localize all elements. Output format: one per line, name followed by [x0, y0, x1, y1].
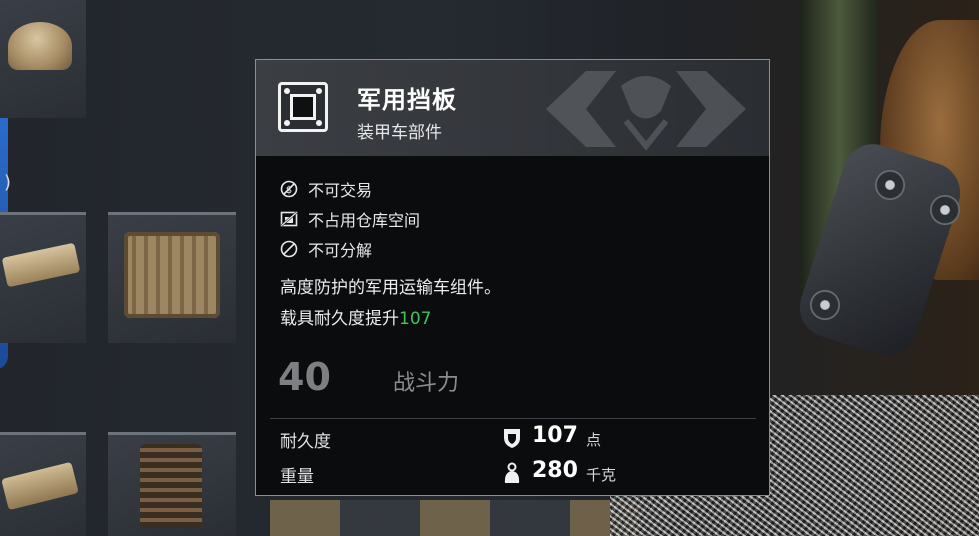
no-trade-icon: $: [280, 180, 298, 198]
trait-label: 不可分解: [308, 241, 373, 260]
trait-label: 不可交易: [308, 181, 373, 200]
stat-label: 重量: [280, 467, 314, 487]
effect-prefix: 载具耐久度提升: [280, 309, 399, 329]
stat-durability: 耐久度 107 点: [280, 423, 750, 453]
item-category: 装甲车部件: [357, 123, 442, 143]
combat-power: 40 战斗力: [278, 355, 748, 403]
trait-no-storage: 不占用仓库空间: [280, 204, 420, 234]
weight-icon: [504, 462, 520, 483]
divider: [270, 418, 756, 419]
no-storage-icon: [280, 211, 298, 227]
stat-weight: 重量 280 千克: [280, 458, 750, 488]
effect-value: 107: [399, 309, 432, 329]
description-text: 高度防护的军用运输车组件。: [280, 278, 501, 298]
stat-unit: 点: [586, 431, 602, 449]
stat-value: 280: [532, 458, 578, 483]
item-name: 军用挡板: [357, 86, 457, 114]
faction-emblem-icon: [546, 71, 746, 151]
no-dismantle-icon: [280, 240, 298, 258]
joint-image: [875, 170, 905, 200]
grille-part-image: [140, 444, 202, 528]
crate-part-image: [124, 232, 220, 318]
trait-list: $ 不可交易 不占用仓库空间 不可分解: [280, 174, 420, 264]
shield-icon: [504, 429, 520, 448]
power-label: 战斗力: [393, 371, 460, 396]
armor-plate-icon: [278, 82, 328, 132]
joint-image: [810, 290, 840, 320]
stat-value: 107: [532, 423, 578, 448]
item-description: 高度防护的军用运输车组件。 载具耐久度提升107: [280, 273, 501, 335]
trait-no-dismantle: 不可分解: [280, 234, 420, 264]
power-value: 40: [278, 355, 331, 399]
dome-part-image: [8, 22, 72, 70]
trait-no-trade: $ 不可交易: [280, 174, 420, 204]
joint-image: [930, 195, 960, 225]
trait-label: 不占用仓库空间: [308, 211, 421, 230]
tooltip-header: 军用挡板 装甲车部件: [256, 60, 769, 156]
stat-label: 耐久度: [280, 432, 331, 452]
stat-unit: 千克: [586, 466, 617, 484]
game-screen: ) 军用挡板 装甲车部件 $ 不可交易 不占用仓库空间 不可分解 高度防护的军用…: [0, 0, 979, 536]
character-art: [780, 0, 979, 400]
effect-line: 载具耐久度提升107: [280, 304, 501, 335]
item-tooltip: 军用挡板 装甲车部件 $ 不可交易 不占用仓库空间 不可分解 高度防护的军用运输…: [255, 59, 770, 496]
partial-label: ): [4, 172, 12, 193]
